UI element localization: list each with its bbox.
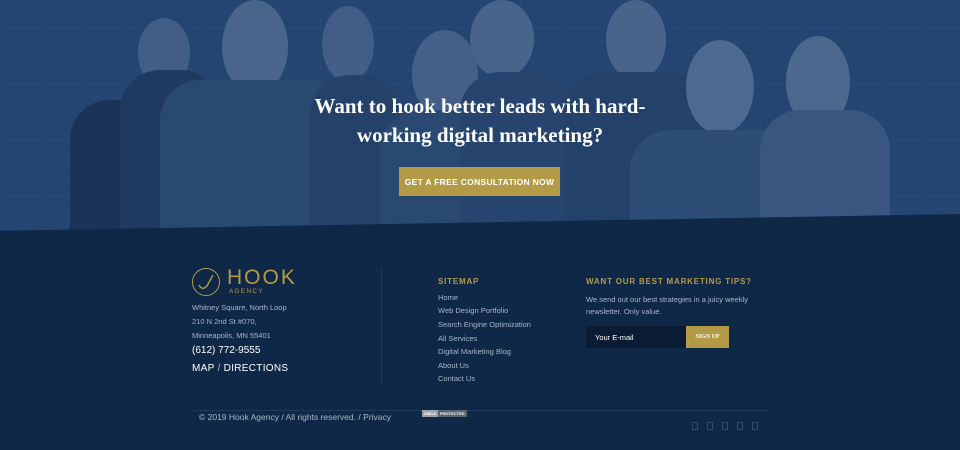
map-link[interactable]: MAP	[192, 363, 215, 374]
sitemap-link-seo[interactable]: Search Engine Optimization	[438, 320, 531, 329]
linkedin-icon[interactable]	[737, 422, 743, 430]
map-directions: MAP / DIRECTIONS	[192, 363, 288, 374]
copyright-label: © 2019 Hook Agency / All rights reserved…	[199, 412, 364, 422]
hook-agency-logo[interactable]: HOOK AGENCY	[192, 266, 302, 298]
hook-logo-icon	[192, 268, 220, 296]
newsletter-description: We send out our best strategies in a jui…	[586, 295, 749, 316]
sitemap-link-home[interactable]: Home	[438, 293, 458, 302]
hero-headline: Want to hook better leads with hard-work…	[314, 94, 646, 147]
dmca-badge-left: DMCA	[422, 410, 438, 417]
footer-bottom-divider	[192, 410, 769, 411]
youtube-icon[interactable]	[752, 422, 758, 430]
newsletter-heading: WANT OUR BEST MARKETING TIPS?	[586, 277, 752, 286]
newsletter-email-input[interactable]	[586, 326, 686, 348]
address-line-2: 210 N 2nd St #070,	[192, 317, 257, 326]
footer	[0, 238, 960, 450]
privacy-link[interactable]: Privacy	[363, 412, 391, 422]
map-directions-separator: /	[217, 363, 221, 374]
logo-subtitle: AGENCY	[229, 288, 264, 295]
directions-link[interactable]: DIRECTIONS	[224, 363, 289, 374]
sitemap-link-blog[interactable]: Digital Marketing Blog	[438, 347, 511, 356]
hero-section: Want to hook better leads with hard-work…	[0, 0, 960, 238]
newsletter-signup-button[interactable]: SIGN UP	[686, 326, 729, 348]
twitter-icon[interactable]	[707, 422, 713, 430]
instagram-icon[interactable]	[722, 422, 728, 430]
sitemap-heading: SITEMAP	[438, 277, 480, 286]
sitemap-link-web-design-portfolio[interactable]: Web Design Portfolio	[438, 306, 508, 315]
facebook-icon[interactable]	[692, 422, 698, 430]
sitemap-link-contact-us[interactable]: Contact Us	[438, 374, 475, 383]
dmca-badge-right: PROTECTED	[438, 410, 467, 417]
address-line-3: Minneapolis, MN 55401	[192, 331, 271, 340]
address-line-1: Whitney Square, North Loop	[192, 303, 287, 312]
phone-link[interactable]: (612) 772-9555	[192, 345, 260, 356]
footer-column-divider	[381, 268, 382, 384]
copyright-text: © 2019 Hook Agency / All rights reserved…	[199, 412, 391, 422]
free-consultation-button[interactable]: GET A FREE CONSULTATION NOW	[399, 167, 560, 196]
sitemap-link-all-services[interactable]: All Services	[438, 334, 477, 343]
dmca-protected-badge[interactable]: DMCA PROTECTED	[422, 410, 470, 417]
sitemap-link-about-us[interactable]: About Us	[438, 361, 469, 370]
logo-wordmark: HOOK	[227, 266, 297, 289]
